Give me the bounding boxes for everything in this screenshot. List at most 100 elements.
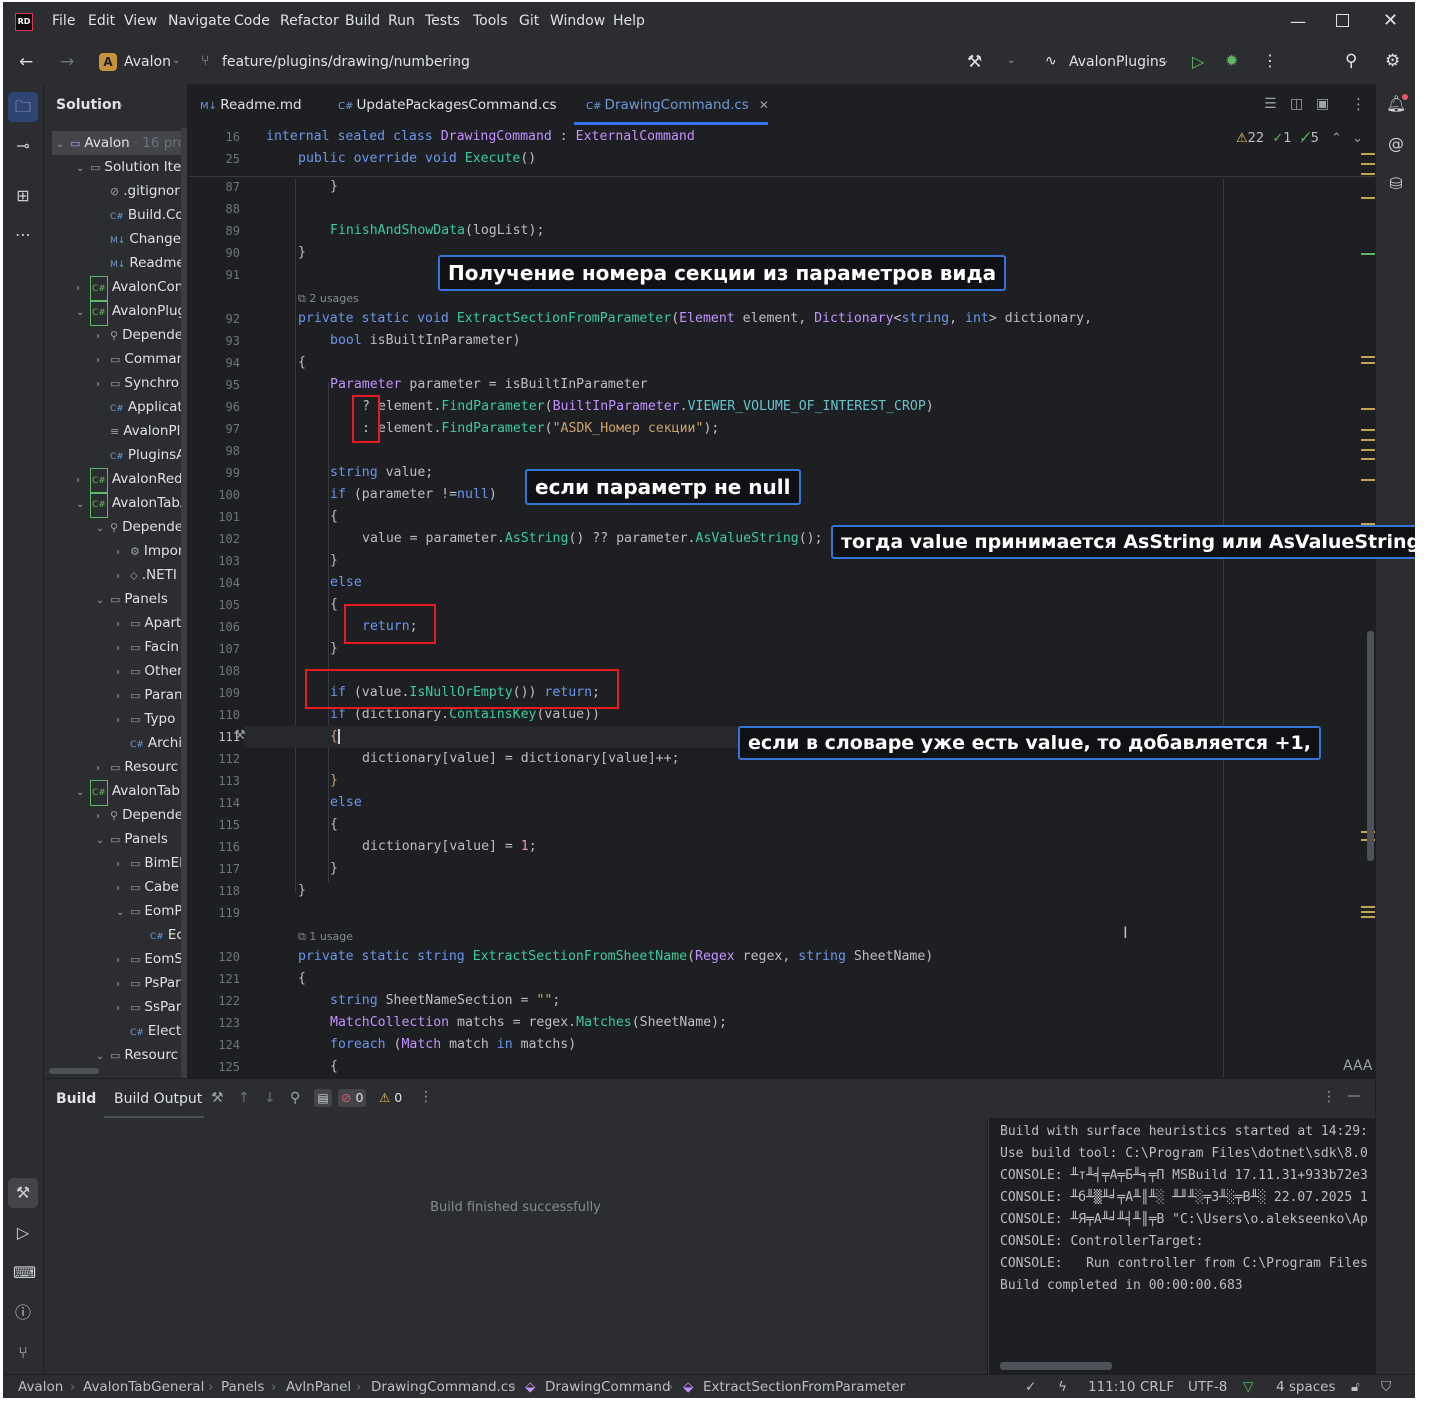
chevron-right-icon[interactable]: ›	[76, 277, 90, 301]
tree-item[interactable]: ⌄ ⚲ Depende	[96, 515, 183, 539]
build-hammer-icon[interactable]: ⚒	[967, 52, 982, 72]
chevron-right-icon[interactable]: ›	[116, 637, 130, 661]
arrow-down-icon[interactable]: ↓	[264, 1090, 276, 1106]
tree-item[interactable]: › ▭ Apart	[116, 611, 181, 635]
folder-icon[interactable]: 🗀	[13, 97, 33, 117]
lock-icon[interactable]: 🔓︎	[1351, 1379, 1360, 1395]
tree-item[interactable]: › C# AvalonConf	[76, 275, 187, 302]
menu-help[interactable]: Help	[613, 13, 645, 29]
tab-update-packages[interactable]: C# UpdatePackagesCommand.cs	[338, 84, 557, 126]
chevron-right-icon[interactable]: ›	[96, 325, 110, 349]
tree-item[interactable]: › ⬦ .NETI	[116, 563, 177, 587]
git-icon[interactable]: ⑂	[13, 1343, 33, 1363]
tree-item[interactable]: › ▭ SsPar	[116, 995, 181, 1019]
tree-item[interactable]: ⌄ ▭ Solution Ite	[76, 155, 181, 179]
tab-drawing-command[interactable]: C# DrawingCommand.cs ✕	[586, 84, 769, 126]
breadcrumb-item[interactable]: Avalon	[18, 1379, 63, 1395]
reader-mode-icon[interactable]: AAA	[1343, 1058, 1373, 1074]
breadcrumb-item[interactable]: DrawingCommand.cs	[371, 1379, 515, 1395]
tree-item[interactable]: ≡ AvalonPl	[96, 419, 180, 443]
ai-assistant-icon[interactable]: @	[1386, 134, 1406, 154]
horizontal-scrollbar[interactable]	[49, 1068, 99, 1074]
errors-toggle[interactable]: ⊘ 0	[338, 1089, 367, 1107]
chevron-down-icon[interactable]: ⌄	[116, 901, 130, 925]
breadcrumb-item[interactable]: DrawingCommand	[545, 1379, 671, 1395]
maximize-icon[interactable]	[1336, 14, 1349, 27]
more-icon[interactable]: ⋮	[1322, 1089, 1336, 1105]
tree-item[interactable]: › ▭ EomS	[116, 947, 183, 971]
run-config-selector[interactable]: AvalonPlugins	[1069, 54, 1166, 70]
menu-tools[interactable]: Tools	[473, 13, 508, 29]
more-tools-icon[interactable]: ⋯	[13, 225, 33, 245]
menu-build[interactable]: Build	[345, 13, 380, 29]
chevron-right-icon[interactable]: ›	[116, 661, 130, 685]
menu-window[interactable]: Window	[550, 13, 605, 29]
tree-item[interactable]: C# Archi	[116, 731, 182, 755]
more-icon[interactable]: ⋮	[419, 1089, 433, 1105]
breadcrumb-item[interactable]: Panels	[221, 1379, 264, 1395]
split-icon[interactable]: ◫	[1290, 96, 1303, 112]
tree-item[interactable]: C# Applicati	[96, 395, 186, 419]
menu-edit[interactable]: Edit	[88, 13, 115, 29]
chevron-down-icon[interactable]: ⌄	[56, 133, 70, 157]
tree-item[interactable]: ⌄ C# AvalonPlugi	[76, 299, 187, 326]
chevron-up-icon[interactable]: ⌃	[1331, 131, 1342, 146]
chevron-down-icon[interactable]: ⌄	[96, 517, 110, 541]
menu-navigate[interactable]: Navigate	[168, 13, 231, 29]
tree-item[interactable]: M↓ Readme.	[96, 251, 187, 275]
menu-code[interactable]: Code	[234, 13, 270, 29]
more-icon[interactable]: ⋮	[1262, 51, 1278, 70]
chevron-down-icon[interactable]: ⌄	[1007, 55, 1015, 66]
editor-scrollbar[interactable]	[1367, 631, 1374, 861]
terminal-icon[interactable]: ⌨	[13, 1263, 36, 1283]
tree-item[interactable]: ⌄ ▭ Avalon · 16 pro	[56, 131, 186, 155]
tree-item[interactable]: › ▭ Facin	[116, 635, 179, 659]
list-icon[interactable]: ☰	[1264, 96, 1277, 112]
tree-item[interactable]: ⌄ ▭ Panels	[96, 827, 168, 851]
settings-gear-icon[interactable]: ⚙	[1385, 51, 1400, 71]
tree-item[interactable]: › C# AvalonRedi	[76, 467, 187, 494]
chevron-right-icon[interactable]: ›	[116, 973, 130, 997]
hammer-icon[interactable]: ⚒	[211, 1090, 224, 1106]
chevron-right-icon[interactable]: ›	[116, 685, 130, 709]
chevron-down-icon[interactable]: ⌄	[76, 493, 90, 517]
forward-icon[interactable]: →	[60, 52, 74, 72]
tree-item[interactable]: › ▭ BimEl	[116, 851, 183, 875]
chevron-down-icon[interactable]: ⌄	[76, 781, 90, 805]
tree-item[interactable]: C# Build.Co	[96, 203, 184, 227]
filter-toggle[interactable]: ▤	[314, 1089, 332, 1107]
menu-run[interactable]: Run	[388, 13, 415, 29]
menu-file[interactable]: File	[52, 13, 75, 29]
more-icon[interactable]: ⋮	[1351, 95, 1366, 113]
commit-icon[interactable]: ⊸	[13, 136, 33, 156]
tab-build[interactable]: Build	[56, 1091, 96, 1107]
tree-item[interactable]: C# Ec	[136, 923, 184, 947]
shield-icon[interactable]: ⛉	[1381, 1379, 1391, 1395]
search-icon[interactable]: ⚲	[1345, 51, 1357, 71]
menu-refactor[interactable]: Refactor	[280, 13, 339, 29]
chevron-right-icon[interactable]: ›	[116, 949, 130, 973]
chevron-right-icon[interactable]: ›	[116, 613, 130, 637]
line-separator[interactable]: CRLF	[1140, 1379, 1174, 1395]
back-icon[interactable]: ←	[19, 52, 33, 72]
hide-panel-icon[interactable]: —	[1347, 1088, 1361, 1104]
tree-item[interactable]: › ▭ Paran	[116, 683, 183, 707]
image-icon[interactable]: ▣	[1316, 96, 1329, 112]
chevron-down-icon[interactable]: ⌄	[96, 829, 110, 853]
build-tool-icon[interactable]: ⚒	[13, 1183, 33, 1203]
chevron-right-icon[interactable]: ›	[116, 997, 130, 1021]
tree-item[interactable]: › ▭ Synchro	[96, 371, 179, 395]
services-icon[interactable]: ▷	[13, 1223, 33, 1243]
breadcrumb-item[interactable]: ExtractSectionFromParameter	[703, 1379, 905, 1395]
menu-view[interactable]: View	[124, 13, 157, 29]
breadcrumb-item[interactable]: AvlnPanel	[286, 1379, 351, 1395]
tab-build-output[interactable]: Build Output	[114, 1091, 202, 1107]
tree-item[interactable]: › ⚙ Impor	[116, 539, 183, 563]
tree-item[interactable]: ⌄ ▭ EomP	[116, 899, 183, 923]
chevron-right-icon[interactable]: ›	[116, 877, 130, 901]
chevron-down-icon[interactable]: ⌄	[76, 301, 90, 325]
vertical-scrollbar[interactable]	[181, 128, 187, 1078]
inspection-widget[interactable]: ⚠22 ✓1 ✓̸5 ⌃ ⌄	[1236, 131, 1363, 146]
tree-item[interactable]: ⊘ .gitignor	[96, 179, 180, 203]
editorconfig-icon[interactable]: ▽	[1243, 1379, 1253, 1395]
